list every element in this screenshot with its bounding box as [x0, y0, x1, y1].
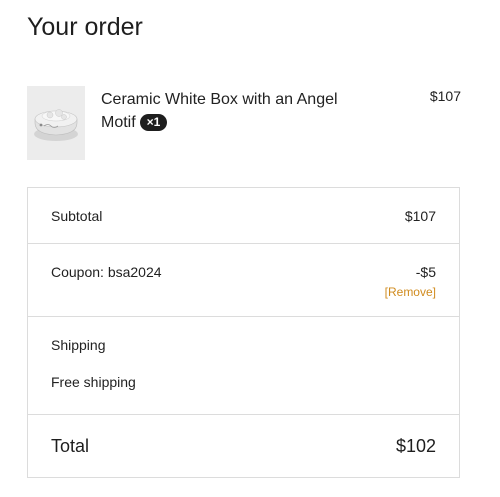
shipping-value: Free shipping: [51, 374, 136, 390]
product-thumbnail: [27, 86, 85, 160]
item-price: $107: [429, 88, 461, 104]
remove-coupon-link[interactable]: [Remove]: [385, 285, 436, 299]
order-title: Your order: [27, 13, 143, 41]
quantity-badge: ×1: [139, 114, 168, 131]
item-name: Ceramic White Box with an Angel Motif ×1: [101, 88, 371, 134]
shipping-label: Shipping: [51, 337, 106, 353]
total-row: Total $102: [28, 415, 459, 477]
subtotal-label: Subtotal: [51, 208, 103, 224]
order-item: Ceramic White Box with an Angel Motif ×1 …: [27, 86, 462, 160]
ceramic-box-image: [34, 109, 78, 141]
subtotal-row: Subtotal $107: [28, 188, 459, 244]
coupon-value: -$5: [415, 264, 436, 280]
coupon-label: Coupon: bsa2024: [51, 264, 162, 280]
shipping-row: Shipping Free shipping: [28, 317, 459, 415]
total-label: Total: [51, 436, 90, 456]
total-value: $102: [395, 436, 436, 456]
item-name-text: Ceramic White Box with an Angel Motif: [101, 91, 338, 131]
order-totals: Subtotal $107 Coupon: bsa2024 -$5 [Remov…: [27, 187, 460, 478]
subtotal-value: $107: [404, 208, 436, 224]
coupon-row: Coupon: bsa2024 -$5: [28, 244, 459, 317]
